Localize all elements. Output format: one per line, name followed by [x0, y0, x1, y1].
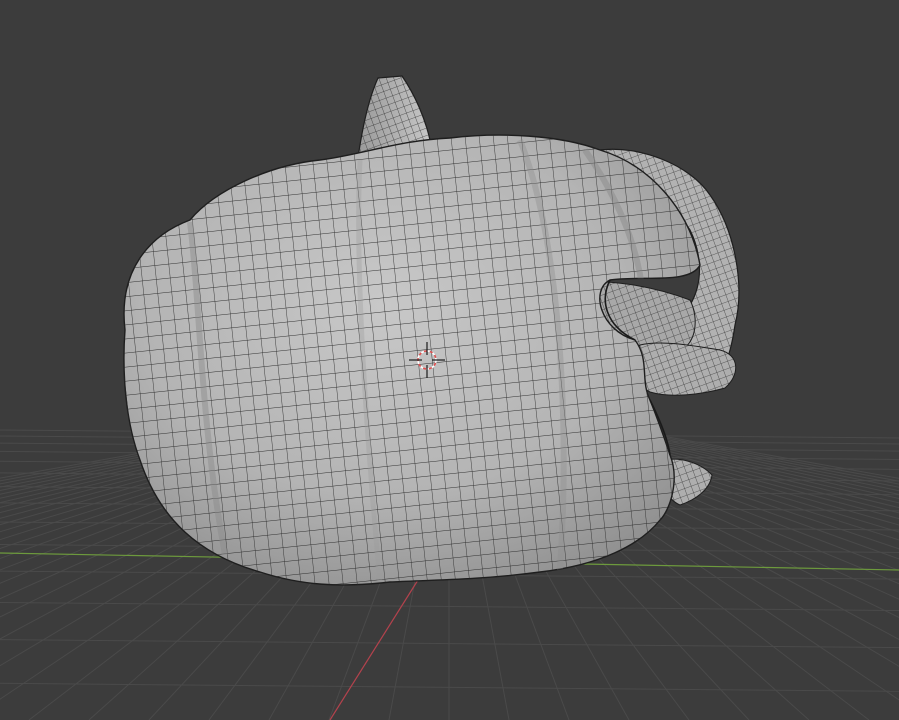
pumpkin-mesh[interactable]	[100, 75, 750, 600]
viewport-canvas[interactable]	[0, 0, 899, 720]
3d-viewport[interactable]	[0, 0, 899, 720]
x-axis-line	[329, 579, 419, 720]
